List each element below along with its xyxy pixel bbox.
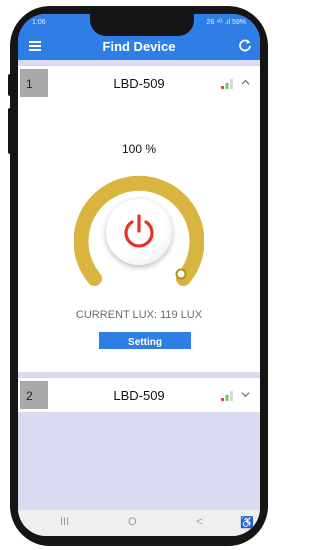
signal-strength-icon bbox=[221, 391, 233, 401]
recents-button[interactable]: III bbox=[60, 516, 69, 528]
accessibility-icon[interactable]: ♿ bbox=[240, 516, 254, 529]
page-title: Find Device bbox=[102, 39, 176, 54]
device-row-header[interactable]: 1 LBD-509 bbox=[18, 66, 260, 100]
phone-screen: 1:06 26 ⁴ᴳ .ıl 59% Find Device 1 LBD-509… bbox=[18, 14, 260, 536]
chevron-up-icon[interactable] bbox=[241, 78, 250, 87]
gauge-knob[interactable] bbox=[175, 268, 187, 280]
back-button[interactable]: < bbox=[196, 516, 202, 528]
refresh-icon[interactable] bbox=[238, 38, 252, 52]
phone-volume-button bbox=[8, 108, 12, 154]
device-card-2[interactable]: 2 LBD-509 bbox=[18, 378, 260, 412]
signal-strength-icon bbox=[221, 79, 233, 89]
android-nav-bar: III O < ♿ bbox=[18, 510, 260, 536]
power-icon bbox=[124, 214, 154, 248]
status-indicators: 26 ⁴ᴳ .ıl 59% bbox=[206, 19, 246, 26]
phone-side-button bbox=[8, 74, 12, 96]
notch bbox=[90, 14, 194, 36]
current-lux: CURRENT LUX: 119 LUX bbox=[75, 309, 203, 321]
device-card-1: 1 LBD-509 100 % CURRENT LUX: 119 LUX Set… bbox=[18, 66, 260, 372]
home-button[interactable]: O bbox=[128, 516, 137, 528]
setting-button[interactable]: Setting bbox=[99, 332, 191, 349]
brightness-percent: 100 % bbox=[121, 142, 157, 156]
status-time: 1:06 bbox=[32, 19, 46, 26]
app-bar: Find Device bbox=[18, 32, 260, 60]
power-button[interactable] bbox=[106, 199, 172, 265]
chevron-down-icon[interactable] bbox=[241, 390, 250, 399]
